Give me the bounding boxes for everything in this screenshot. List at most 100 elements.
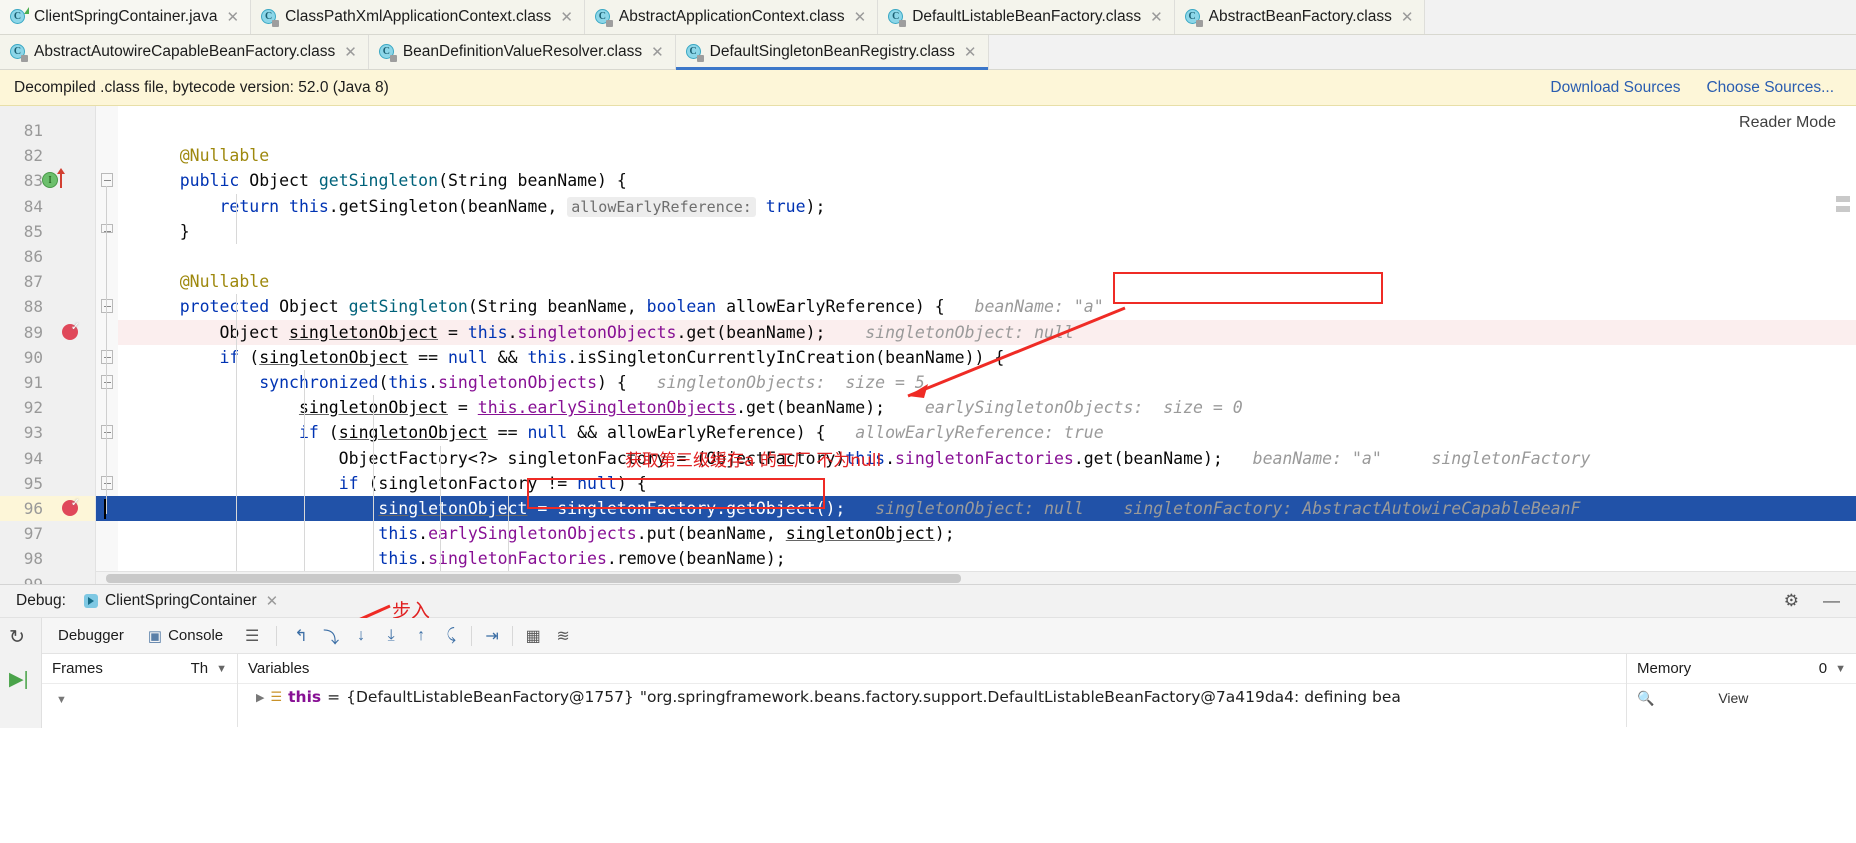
code-fold-marker[interactable] [101, 425, 113, 440]
memory-pane[interactable]: Memory 0 ▼ 🔍 View [1626, 654, 1856, 727]
line-number: 86 [23, 247, 43, 266]
editor-tab[interactable]: C AbstractAutowireCapableBeanFactory.clas… [0, 35, 369, 69]
code-line[interactable] [118, 118, 1856, 143]
layout-settings-icon[interactable]: ☰ [237, 623, 267, 649]
editor-tab[interactable]: C ClientSpringContainer.java ✕ [0, 0, 252, 34]
code-line[interactable]: if (singletonObject == null && this.isSi… [118, 345, 1856, 370]
close-icon[interactable]: ✕ [964, 45, 977, 60]
step-into-button[interactable]: ↓ [346, 623, 376, 649]
view-link[interactable]: View [1718, 690, 1748, 706]
close-icon[interactable]: ✕ [227, 10, 240, 25]
code-fold-marker[interactable] [101, 475, 113, 490]
mute-breakpoints-button[interactable]: ≋ [548, 623, 578, 649]
reader-mode-label[interactable]: Reader Mode [1739, 114, 1836, 132]
editor-tab-row-1: C ClientSpringContainer.java ✕ C ClassPathXm… [0, 0, 1856, 35]
breakpoint-icon[interactable] [62, 496, 80, 516]
editor-tab[interactable]: C DefaultListableBeanFactory.class ✕ [878, 0, 1175, 34]
force-step-into-button[interactable]: ⤓ [376, 623, 406, 649]
code-fold-marker[interactable] [101, 349, 113, 364]
code-line[interactable]: this.earlySingletonObjects.put(beanName,… [118, 521, 1856, 546]
drop-frame-button[interactable]: ⤹ [436, 623, 466, 649]
gear-icon[interactable]: ⚙ [1778, 591, 1805, 611]
class-file-icon: C [10, 43, 28, 62]
code-line[interactable]: singletonObject = singletonFactory.getOb… [118, 496, 1856, 521]
search-icon[interactable]: 🔍 [1637, 690, 1654, 706]
threads-title[interactable]: Th [191, 660, 209, 677]
code-line[interactable]: synchronized(this.singletonObjects) { si… [118, 370, 1856, 395]
code-line-text: if (singletonObject == null && this.isSi… [140, 345, 1004, 370]
editor-fold-gutter[interactable] [96, 106, 135, 584]
close-icon[interactable]: ✕ [1150, 10, 1163, 25]
show-execution-point-button[interactable]: ↰ [286, 623, 316, 649]
close-icon[interactable]: ✕ [651, 45, 664, 60]
editor-tab[interactable]: C AbstractApplicationContext.class ✕ [584, 0, 879, 34]
code-line[interactable]: this.singletonFactories.remove(beanName)… [118, 546, 1856, 571]
editor-tab[interactable]: C BeanDefinitionValueResolver.class ✕ [368, 35, 676, 69]
chevron-down-icon-2[interactable]: ▼ [56, 694, 67, 706]
breakpoint-icon[interactable] [62, 320, 80, 340]
choose-sources-link[interactable]: Choose Sources... [1706, 79, 1834, 97]
tab-console[interactable]: ▣ Console [138, 618, 233, 653]
code-token: == [408, 347, 448, 367]
frames-pane[interactable]: Frames Th ▼ ▼ [42, 654, 238, 727]
download-sources-link[interactable]: Download Sources [1550, 79, 1680, 97]
code-line[interactable] [118, 244, 1856, 269]
code-line[interactable]: @Nullable [118, 269, 1856, 294]
chevron-down-icon-3[interactable]: ▼ [1835, 663, 1846, 675]
code-token: .remove(beanName); [606, 549, 786, 569]
close-icon[interactable]: ✕ [344, 45, 357, 60]
editor-tab[interactable]: C ClassPathXmlApplicationContext.class ✕ [251, 0, 585, 34]
frames-combo[interactable]: ▼ [42, 684, 237, 708]
code-line[interactable]: singletonObject = this.earlySingletonObj… [118, 395, 1856, 420]
close-icon[interactable]: ✕ [854, 10, 867, 25]
code-line[interactable]: ObjectFactory<?> singletonFactory = (Obj… [118, 446, 1856, 471]
minimize-icon[interactable]: — [1817, 591, 1846, 611]
scrollbar-thumb[interactable] [106, 574, 961, 583]
step-out-button[interactable]: ↑ [406, 623, 436, 649]
editor-gutter[interactable]: 81 82 83 84 85 86 87 88 89 90 91 92 93 94 95 96 97 98 99 I [0, 106, 96, 584]
variable-equals: = [327, 688, 341, 706]
code-fold-marker[interactable] [101, 223, 113, 233]
code-token: singletonObject [338, 423, 488, 443]
code-fold-marker[interactable] [101, 299, 113, 314]
code-editor[interactable]: 81828384858687888990919293949596979899I … [0, 106, 1856, 584]
variable-row[interactable]: ▶ ☰ this = {DefaultListableBeanFactory@1… [238, 684, 1626, 706]
debug-session-tab[interactable]: ClientSpringContainer ✕ [78, 592, 284, 610]
tab-debugger[interactable]: Debugger [48, 618, 134, 653]
editor-tab[interactable]: C AbstractBeanFactory.class ✕ [1174, 0, 1426, 34]
code-line[interactable]: if (singletonObject == null && allowEarl… [118, 420, 1856, 445]
editor-tab[interactable]: C DefaultSingletonBeanRegistry.class ✕ [675, 35, 989, 70]
code-line[interactable]: protected Object getSingleton(String bea… [118, 294, 1856, 319]
expand-triangle-icon[interactable]: ▶ [256, 691, 264, 704]
resume-program-icon[interactable]: ▶| [9, 668, 29, 691]
code-line[interactable]: @Nullable [118, 143, 1856, 168]
close-icon[interactable]: ✕ [560, 10, 573, 25]
debugger-toolbar[interactable]: Debugger ▣ Console ☰ ↰ ⤵ ↓ ⤓ ↑ ⤹ ⇥ ▦ ≋ [42, 618, 1856, 654]
run-to-cursor-button[interactable]: ⇥ [477, 623, 507, 649]
close-icon[interactable]: ✕ [1401, 10, 1414, 25]
run-method-icon[interactable]: I [42, 172, 58, 189]
code-line[interactable]: public Object getSingleton(String beanNa… [118, 168, 1856, 193]
editor-horizontal-scrollbar[interactable] [96, 571, 1856, 584]
evaluate-expression-button[interactable]: ▦ [518, 623, 548, 649]
chevron-down-icon[interactable]: ▼ [216, 663, 227, 675]
code-line[interactable]: if (singletonFactory != null) { [118, 471, 1856, 496]
code-content[interactable]: @Nullable public Object getSingleton(Str… [118, 106, 1856, 584]
close-icon[interactable]: ✕ [266, 594, 279, 609]
code-line[interactable]: return this.getSingleton(beanName, allow… [118, 194, 1856, 219]
rerun-icon[interactable]: ↻ [9, 626, 25, 649]
code-fold-marker[interactable] [101, 375, 113, 389]
code-token: getSingleton [348, 297, 468, 317]
code-line[interactable]: Object singletonObject = this.singletonO… [118, 320, 1856, 345]
code-fold-marker[interactable] [101, 173, 113, 188]
step-over-button[interactable]: ⤵ [316, 623, 346, 649]
code-line[interactable]: } [118, 219, 1856, 244]
debug-left-rail[interactable]: ↻ ▶| [0, 618, 42, 728]
frames-title: Frames [52, 660, 103, 677]
toolbar-separator [471, 625, 473, 646]
variables-pane[interactable]: Variables ▶ ☰ this = {DefaultListableBea… [238, 654, 1626, 727]
code-token: getSingleton [318, 171, 439, 191]
